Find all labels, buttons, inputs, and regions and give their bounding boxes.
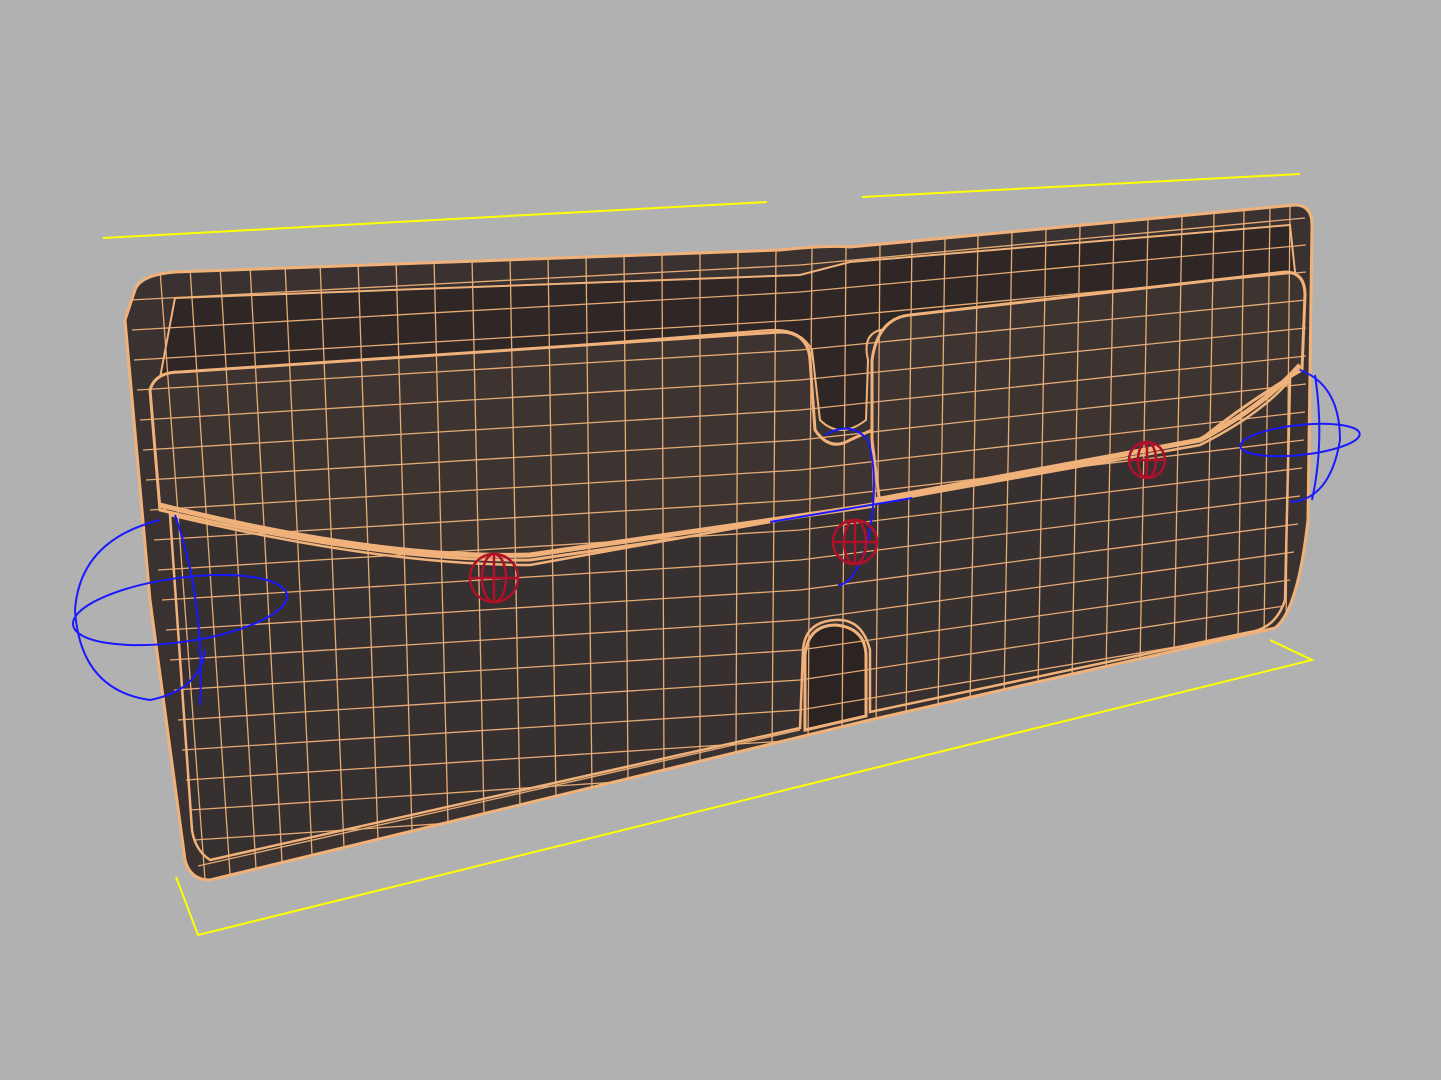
bone-ring-right-vertical[interactable]	[1311, 374, 1321, 501]
bracket-top-right-line	[861, 173, 1301, 198]
viewport-canvas[interactable]	[0, 0, 1441, 1080]
3d-viewport[interactable]	[0, 0, 1441, 1080]
control-point-right[interactable]	[1127, 440, 1167, 480]
control-point-center[interactable]	[831, 518, 879, 566]
wallet-mesh[interactable]	[123, 203, 1314, 882]
control-point-left[interactable]	[468, 552, 520, 604]
bracket-top-left-line	[102, 201, 768, 239]
